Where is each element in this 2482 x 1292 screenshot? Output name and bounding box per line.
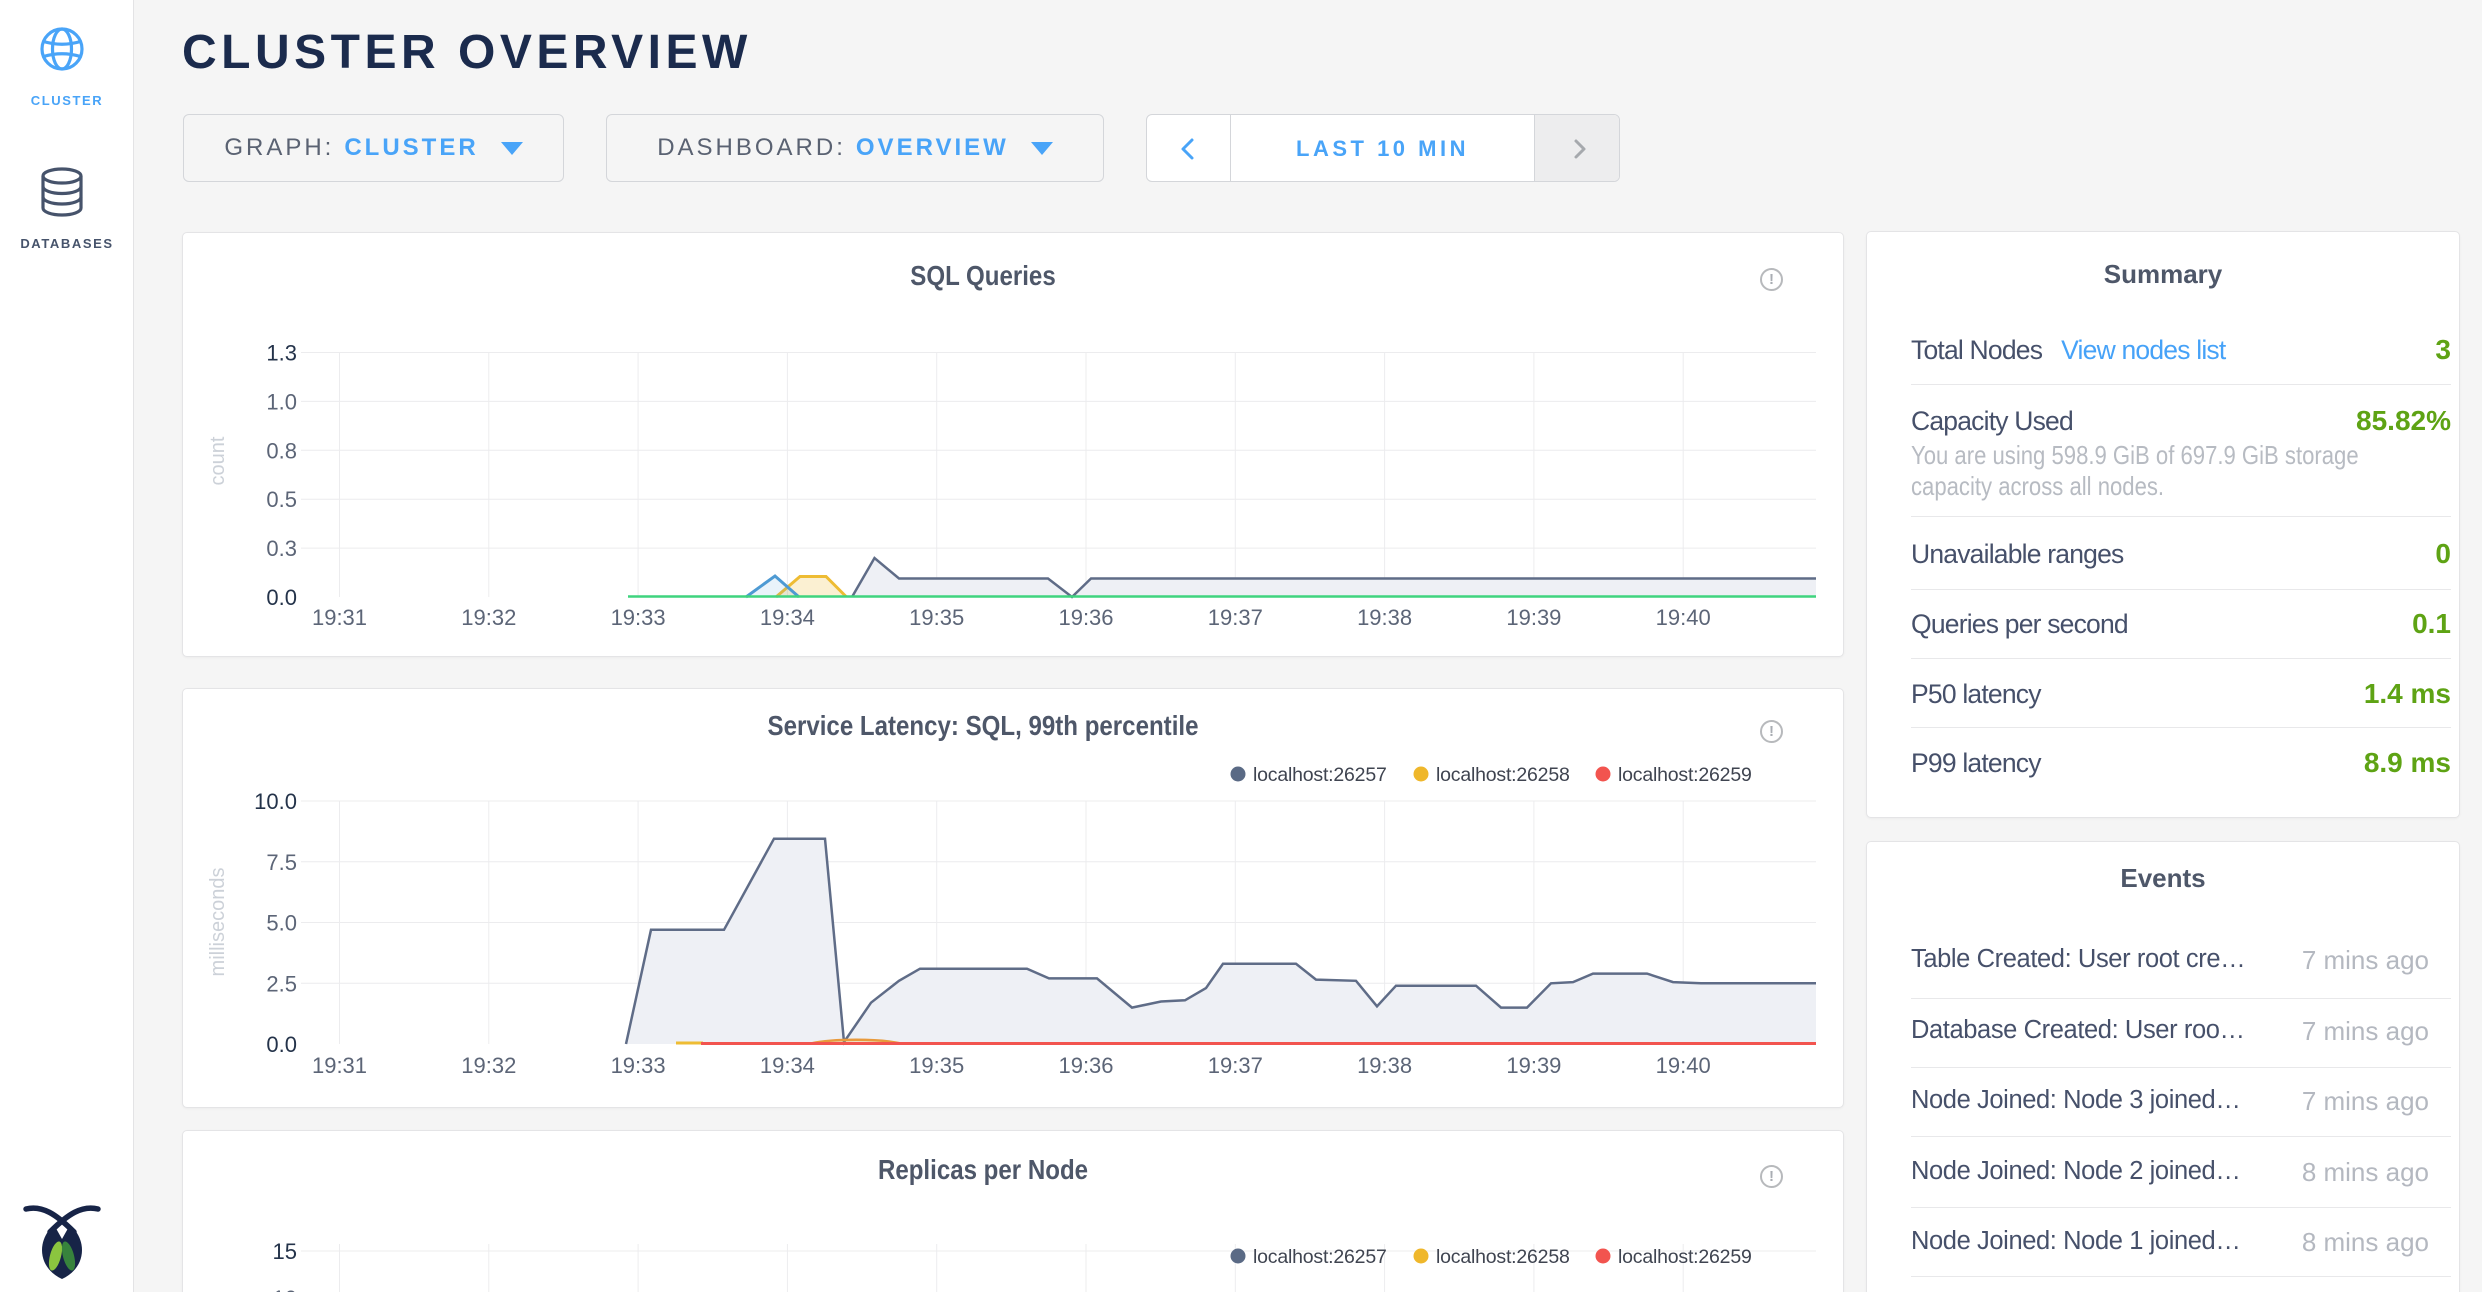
svg-text:0.0: 0.0 [266, 1032, 297, 1057]
svg-text:7.5: 7.5 [266, 850, 297, 875]
svg-text:localhost:26257: localhost:26257 [1253, 1246, 1387, 1268]
svg-text:milliseconds: milliseconds [207, 868, 229, 977]
svg-text:0.8: 0.8 [266, 438, 297, 463]
svg-text:0.0: 0.0 [266, 585, 297, 610]
svg-text:15: 15 [273, 1239, 297, 1264]
svg-text:10.0: 10.0 [254, 789, 297, 814]
svg-text:localhost:26259: localhost:26259 [1618, 764, 1752, 786]
svg-text:19:39: 19:39 [1506, 1053, 1561, 1078]
svg-text:19:31: 19:31 [312, 605, 367, 630]
svg-text:19:36: 19:36 [1058, 1053, 1113, 1078]
svg-text:1.3: 1.3 [266, 341, 297, 366]
svg-text:localhost:26258: localhost:26258 [1436, 764, 1570, 786]
svg-text:localhost:26257: localhost:26257 [1253, 764, 1387, 786]
svg-text:10: 10 [273, 1286, 297, 1292]
svg-text:19:40: 19:40 [1656, 605, 1711, 630]
svg-text:1.0: 1.0 [266, 389, 297, 414]
svg-text:localhost:26259: localhost:26259 [1618, 1246, 1752, 1268]
svg-text:19:35: 19:35 [909, 1053, 964, 1078]
svg-text:19:32: 19:32 [461, 605, 516, 630]
svg-text:19:38: 19:38 [1357, 605, 1412, 630]
svg-text:19:32: 19:32 [461, 1053, 516, 1078]
svg-text:localhost:26258: localhost:26258 [1436, 1246, 1570, 1268]
svg-text:0.3: 0.3 [266, 536, 297, 561]
svg-text:19:34: 19:34 [760, 605, 815, 630]
svg-text:19:39: 19:39 [1506, 605, 1561, 630]
svg-text:19:33: 19:33 [611, 605, 666, 630]
svg-text:19:38: 19:38 [1357, 1053, 1412, 1078]
svg-text:19:35: 19:35 [909, 605, 964, 630]
svg-text:19:37: 19:37 [1208, 1053, 1263, 1078]
svg-text:0.5: 0.5 [266, 487, 297, 512]
svg-text:19:34: 19:34 [760, 1053, 815, 1078]
svg-text:19:31: 19:31 [312, 1053, 367, 1078]
svg-text:2.5: 2.5 [266, 971, 297, 996]
svg-text:count: count [207, 436, 229, 485]
svg-text:5.0: 5.0 [266, 911, 297, 936]
svg-text:19:37: 19:37 [1208, 605, 1263, 630]
svg-text:19:36: 19:36 [1058, 605, 1113, 630]
svg-text:19:40: 19:40 [1656, 1053, 1711, 1078]
svg-text:19:33: 19:33 [611, 1053, 666, 1078]
